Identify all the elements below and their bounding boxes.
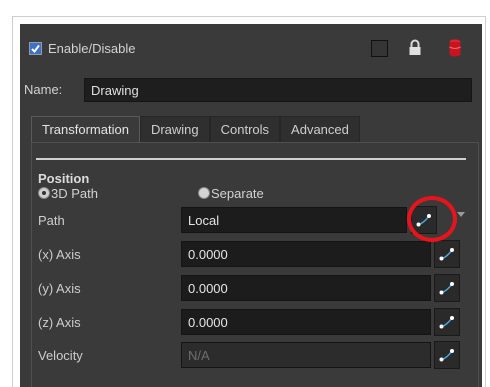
radio-separate[interactable] <box>198 187 210 199</box>
y-axis-input[interactable]: 0.0000 <box>181 275 431 301</box>
z-axis-label: (z) Axis <box>38 315 81 330</box>
function-curve-icon <box>439 316 454 329</box>
y-axis-label: (y) Axis <box>38 281 81 296</box>
tab-controls[interactable]: Controls <box>209 116 281 142</box>
path-select[interactable]: Local <box>181 207 407 233</box>
enable-label: Enable/Disable <box>48 41 136 56</box>
header-bar: Enable/Disable <box>20 24 482 68</box>
function-curve-icon <box>439 349 454 362</box>
layer-properties-panel: Enable/Disable Name: Drawing Transformat… <box>20 24 482 387</box>
radio-separate-label: Separate <box>211 186 264 201</box>
y-axis-function-button[interactable] <box>434 274 460 302</box>
tab-bar: Transformation Drawing Controls Advanced <box>31 116 360 143</box>
tab-drawing[interactable]: Drawing <box>139 116 210 142</box>
radio-3d-path-label: 3D Path <box>51 186 98 201</box>
name-label: Name: <box>24 82 63 97</box>
function-curve-icon <box>439 282 454 295</box>
path-label: Path <box>38 213 65 228</box>
z-axis-input[interactable]: 0.0000 <box>181 309 431 335</box>
checkmark-icon <box>30 43 41 54</box>
highlight-circle <box>407 196 457 242</box>
x-axis-label: (x) Axis <box>38 247 81 262</box>
lock-icon[interactable] <box>408 39 422 57</box>
function-curve-icon <box>439 248 454 261</box>
velocity-label: Velocity <box>38 348 83 363</box>
tab-advanced[interactable]: Advanced <box>280 116 360 142</box>
chevron-down-icon[interactable] <box>457 212 465 217</box>
enable-checkbox[interactable] <box>29 42 42 55</box>
velocity-input: N/A <box>181 342 431 368</box>
x-axis-input[interactable]: 0.0000 <box>181 241 431 267</box>
tab-transformation[interactable]: Transformation <box>31 116 140 143</box>
radio-3d-path[interactable] <box>38 187 50 199</box>
square-icon[interactable] <box>371 40 388 57</box>
velocity-function-button[interactable] <box>434 341 460 369</box>
position-title: Position <box>38 171 90 186</box>
section-divider <box>36 158 466 160</box>
z-axis-function-button[interactable] <box>434 308 460 336</box>
x-axis-function-button[interactable] <box>434 240 460 268</box>
name-input[interactable]: Drawing <box>84 78 472 102</box>
database-icon[interactable] <box>449 38 461 58</box>
